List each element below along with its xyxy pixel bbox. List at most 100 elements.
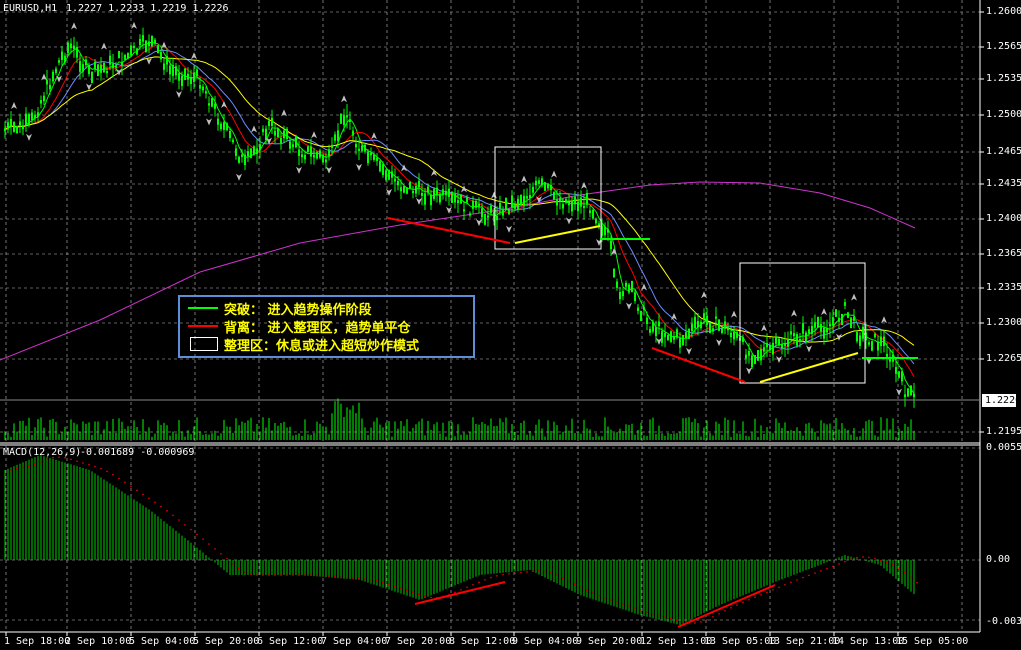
macd-signal-dot (604, 596, 606, 599)
candle-body (832, 317, 834, 326)
macd-signal-dot (142, 493, 144, 496)
candle-body (532, 186, 534, 193)
macd-signal-dot (274, 574, 276, 576)
candle-body (25, 113, 27, 126)
candle-body (727, 327, 729, 331)
candle-body (418, 180, 420, 188)
candle-body (202, 86, 204, 91)
candle-body (223, 122, 225, 130)
macd-signal-dot (586, 589, 588, 592)
candle-body (151, 35, 153, 47)
macd-signal-dot (160, 505, 162, 508)
candle-body (82, 64, 84, 72)
candle-body (430, 194, 432, 206)
candle-body (874, 333, 876, 338)
candle-body (718, 319, 720, 331)
macd-signal-dot (880, 559, 882, 562)
macd-signal-dot (334, 575, 336, 578)
candle-body (796, 334, 798, 346)
trading-chart[interactable] (0, 0, 1021, 650)
candle-body (871, 341, 873, 351)
price-tick-label: 1.2365 (986, 248, 1021, 259)
time-tick-label: 9 Sep 20:00 (576, 636, 643, 647)
time-tick-label: 5 Sep 04:00 (129, 636, 196, 647)
macd-signal-dot (760, 593, 762, 596)
macd-signal-dot (322, 574, 324, 577)
candle-body (688, 328, 690, 339)
candle-body (823, 327, 825, 339)
candle-body (469, 213, 471, 216)
candle-body (295, 136, 297, 148)
candle-body (187, 73, 189, 80)
macd-signal-dot (154, 501, 156, 504)
candle-body (379, 161, 381, 172)
macd-signal-dot (556, 574, 558, 577)
macd-signal-dot (652, 612, 654, 615)
macd-label: MACD(12,26,9) (3, 447, 82, 458)
macd-signal-dot (532, 570, 534, 573)
macd-signal-dot (148, 497, 150, 500)
candle-body (211, 98, 213, 107)
candle-body (643, 306, 645, 311)
macd-signal-dot (370, 578, 372, 581)
candle-body (733, 331, 735, 340)
candle-body (478, 204, 480, 207)
macd-signal-dot (700, 621, 702, 623)
candle-body (274, 130, 276, 136)
candle-body (742, 337, 744, 342)
candle-body (637, 307, 639, 311)
candle-body (712, 328, 714, 332)
candle-body (586, 192, 588, 205)
macd-signal-dot (868, 556, 870, 559)
macd-signal-dot (862, 556, 864, 558)
candle-body (103, 62, 105, 73)
candle-body (343, 115, 345, 126)
candle-body (283, 130, 285, 139)
macd-signal-dot (352, 577, 354, 579)
macd-signal-dot (538, 570, 540, 572)
macd-signal-dot (502, 573, 504, 576)
candle-body (229, 130, 231, 139)
candle-body (793, 333, 795, 337)
candle-body (457, 200, 459, 204)
macd-signal-dot (910, 576, 912, 579)
candle-body (376, 157, 378, 161)
candle-body (79, 61, 81, 72)
candle-body (316, 151, 318, 159)
candle-body (217, 118, 219, 125)
macd-signal-dot (418, 593, 420, 595)
candle-body (460, 194, 462, 204)
macd-signal-dot (514, 572, 516, 574)
candle-body (640, 310, 642, 321)
candle-body (814, 322, 816, 328)
candle-body (184, 68, 186, 81)
candle-body (910, 385, 912, 396)
candle-body (646, 317, 648, 325)
candle-body (466, 197, 468, 203)
candle-body (448, 188, 450, 197)
macd-signal-dot (280, 574, 282, 576)
legend-item-consolidation: 整理区：休息或进入超短炒作模式 (188, 336, 419, 354)
candle-body (610, 240, 612, 250)
macd-signal-dot (766, 591, 768, 594)
candle-body (247, 151, 249, 157)
candle-body (412, 190, 414, 194)
macd-signal-dot (916, 581, 918, 584)
macd-signal-dot (172, 514, 174, 517)
candle-body (163, 63, 165, 70)
candle-body (115, 65, 117, 68)
candle-body (325, 159, 327, 163)
candle-body (772, 342, 774, 355)
candle-body (262, 128, 264, 133)
current-price-label: 1.2226 (985, 395, 1021, 406)
candle-body (790, 331, 792, 335)
time-tick-label: 12 Sep 13:00 (640, 636, 713, 647)
candle-body (142, 35, 144, 42)
candle-body (415, 186, 417, 194)
macd-signal-dot (550, 572, 552, 574)
candle-body (433, 189, 435, 199)
candle-body (367, 151, 369, 164)
time-tick-label: 1 Sep 18:00 (4, 636, 71, 647)
macd-signal-dot (574, 583, 576, 586)
candle-body (208, 103, 210, 106)
